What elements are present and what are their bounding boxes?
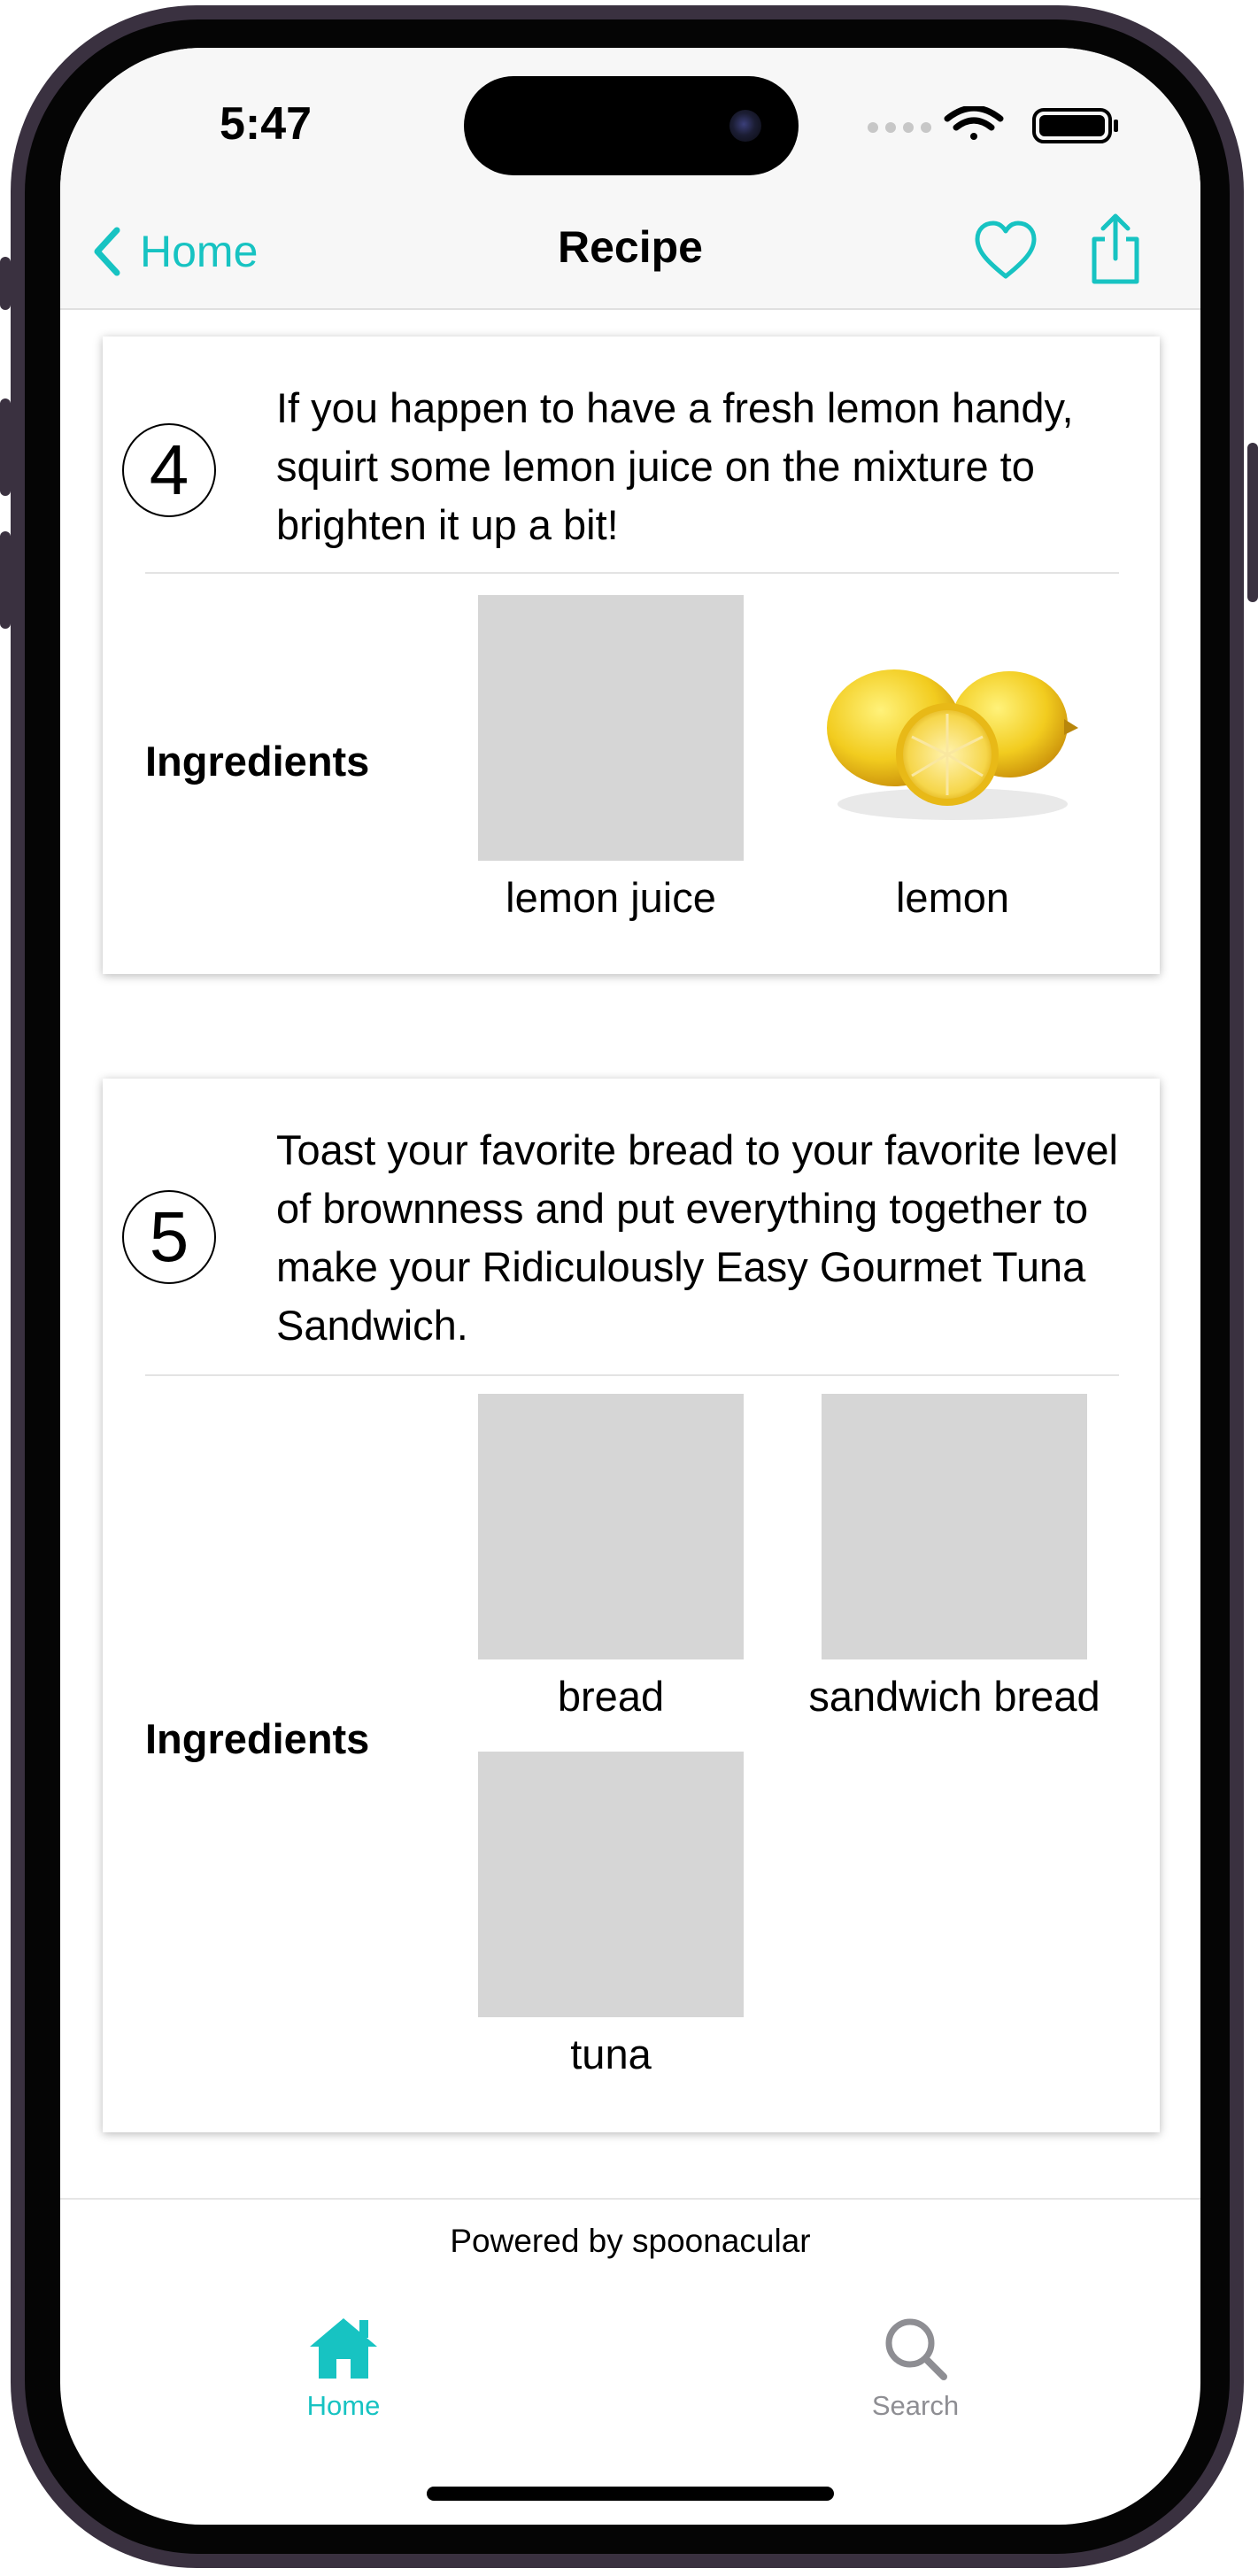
ingredient-name: bread — [557, 1673, 665, 1720]
header-divider — [60, 308, 1200, 310]
power-button — [1247, 443, 1258, 602]
tab-home-label: Home — [306, 2390, 381, 2421]
ingredient-name: lemon juice — [506, 874, 716, 921]
tab-home[interactable]: Home — [255, 2315, 432, 2422]
status-time: 5:47 — [220, 98, 313, 150]
chevron-left-icon — [94, 227, 120, 276]
ingredient-name: tuna — [570, 2031, 652, 2077]
ingredient-image-placeholder — [478, 1394, 744, 1659]
ingredient-image-placeholder — [478, 595, 744, 861]
ingredient-image-placeholder — [478, 1752, 744, 2017]
volume-up-button — [0, 398, 11, 496]
back-button[interactable]: Home — [92, 225, 258, 278]
status-icons — [868, 106, 1118, 143]
powered-by-text: Powered by spoonacular — [450, 2223, 811, 2259]
favorite-heart-icon[interactable] — [974, 220, 1038, 283]
step-number: 4 — [122, 423, 216, 517]
footer-divider — [60, 2198, 1200, 2200]
volume-down-button — [0, 531, 11, 629]
home-icon — [310, 2318, 377, 2379]
step-card: 5 Toast your favorite bread to your favo… — [103, 1079, 1160, 2132]
step-divider — [145, 572, 1119, 574]
step-instructions: If you happen to have a fresh lemon hand… — [276, 384, 1074, 548]
step-instructions: Toast your favorite bread to your favori… — [276, 1126, 1118, 1349]
home-indicator[interactable] — [427, 2487, 834, 2501]
search-icon — [885, 2318, 947, 2380]
tab-search[interactable]: Search — [827, 2315, 1004, 2422]
tab-search-label: Search — [871, 2390, 960, 2421]
ingredient-name: lemon — [895, 874, 1009, 921]
step-number: 5 — [122, 1190, 216, 1284]
step-card: 4 If you happen to have a fresh lemon ha… — [103, 337, 1160, 974]
wifi-icon — [944, 106, 1004, 140]
lemon-image — [827, 669, 1078, 820]
back-button-label: Home — [140, 227, 259, 276]
share-icon[interactable] — [1087, 213, 1144, 285]
step-divider — [145, 1374, 1119, 1376]
cellular-signal-icon — [868, 122, 931, 133]
navigation-header: 5:47 Home Recipe — [60, 48, 1200, 310]
ingredients-label: Ingredients — [145, 1715, 370, 1762]
ingredient-name: sandwich bread — [808, 1673, 1100, 1720]
ingredient-image-placeholder — [822, 1394, 1087, 1659]
front-camera — [729, 110, 761, 142]
action-button — [0, 257, 11, 310]
ingredients-label: Ingredients — [145, 738, 370, 785]
app-screen: 5:47 Home Recipe 4 If you happen to have… — [60, 48, 1200, 2525]
battery-icon — [1032, 108, 1118, 143]
